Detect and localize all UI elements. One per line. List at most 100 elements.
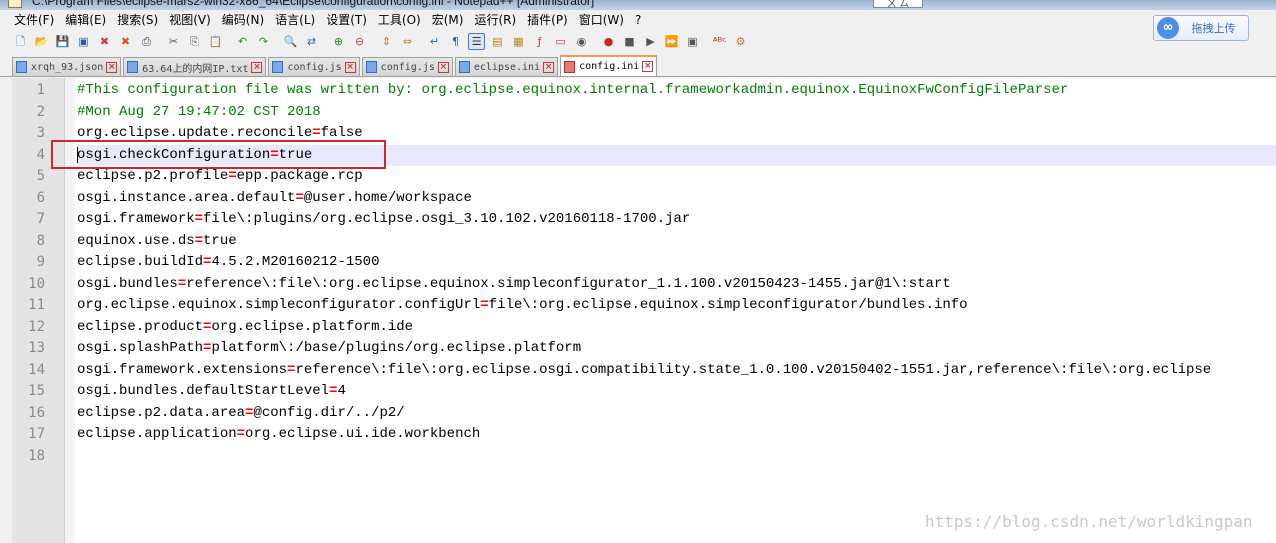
tab-close-icon[interactable]: × (437, 61, 449, 73)
function-list-icon[interactable]: ƒ (531, 33, 548, 50)
tab-label: xrqh_93.json (31, 61, 104, 73)
menu-item-12[interactable]: ? (631, 10, 645, 30)
save-icon[interactable]: 💾 (54, 33, 71, 50)
code-line[interactable]: eclipse.product=org.eclipse.platform.ide (77, 317, 1276, 339)
code-line-comment[interactable]: #Mon Aug 27 19:47:02 CST 2018 (77, 102, 1276, 124)
menu-item-11[interactable]: 窗口(W) (575, 10, 628, 30)
code-line[interactable]: eclipse.buildId=4.5.2.M20160212-1500 (77, 252, 1276, 274)
close-file-icon[interactable]: ✖ (96, 33, 113, 50)
menu-item-0[interactable]: 文件(F) (10, 10, 58, 30)
menu-item-1[interactable]: 编辑(E) (61, 10, 110, 30)
undo-icon[interactable]: ↶ (234, 33, 251, 50)
sync-vertical-icon[interactable]: ⇕ (378, 33, 395, 50)
user-lang-icon[interactable]: ▤ (489, 33, 506, 50)
doc-map-icon[interactable]: ▦ (510, 33, 527, 50)
paste-icon[interactable]: 📋 (207, 33, 224, 50)
code-line[interactable]: osgi.bundles=reference\:file\:org.eclips… (77, 274, 1276, 296)
record-macro-icon[interactable]: ● (600, 33, 617, 50)
upload-label: 拖拽上传 (1191, 22, 1236, 35)
play-multiple-icon[interactable]: ⏩ (663, 33, 680, 50)
tab-4[interactable]: eclipse.ini × (454, 57, 559, 76)
annotation-highlight-box (51, 140, 386, 169)
code-line[interactable]: osgi.bundles.defaultStartLevel=4 (77, 381, 1276, 403)
tab-2[interactable]: config.js × (268, 57, 360, 76)
tab-close-icon[interactable]: × (106, 61, 118, 73)
line-number: 2 (36, 103, 45, 120)
spell-check-icon[interactable]: ᴬᴮᶜ (711, 33, 728, 50)
tab-bar: xrqh_93.json × 63.64上的内网IP.txt × config.js × c… (0, 55, 1276, 77)
line-number: 4 (36, 146, 45, 163)
word-wrap-icon[interactable]: ↵ (426, 33, 443, 50)
tab-label: eclipse.ini (473, 61, 541, 73)
tab-close-icon[interactable]: × (642, 61, 654, 72)
input-method-indicator[interactable]: ㄨ ㄙ (873, 0, 923, 10)
stop-macro-icon[interactable]: ■ (621, 33, 638, 50)
property-key: osgi.bundles (77, 275, 178, 292)
indent-guide-icon[interactable]: ☰ (468, 32, 485, 50)
menu-item-10[interactable]: 插件(P) (523, 10, 572, 30)
print-icon[interactable]: ⎙ (138, 33, 155, 50)
property-key: org.eclipse.equinox.simpleconfigurator.c… (77, 297, 481, 313)
code-line[interactable]: org.eclipse.equinox.simpleconfigurator.c… (77, 295, 1276, 317)
open-file-icon[interactable]: 📂 (33, 33, 50, 50)
folder-workspace-icon[interactable]: ▭ (552, 33, 569, 50)
menu-item-3[interactable]: 视图(V) (165, 10, 215, 30)
code-line[interactable]: eclipse.application=org.eclipse.ui.ide.w… (77, 424, 1276, 446)
line-number: 18 (28, 447, 45, 464)
tab-close-icon[interactable]: × (344, 61, 356, 73)
zoom-out-icon[interactable]: ⊖ (351, 33, 368, 50)
play-macro-icon[interactable]: ▶ (642, 33, 659, 50)
tab-close-icon[interactable]: × (543, 61, 555, 73)
sync-horizontal-icon[interactable]: ⇔ (399, 33, 416, 50)
tab-label: config.js (287, 61, 342, 73)
plugin-icon[interactable]: ⚙ (732, 33, 749, 50)
code-line[interactable]: equinox.use.ds=true (77, 231, 1276, 253)
line-number: 16 (28, 404, 45, 421)
menu-item-5[interactable]: 语言(L) (271, 10, 319, 30)
menu-item-2[interactable]: 搜索(S) (113, 10, 162, 30)
replace-icon[interactable]: ⇄ (303, 33, 320, 50)
close-all-icon[interactable]: ✖ (117, 33, 134, 50)
code-line-comment[interactable]: #This configuration file was written by:… (77, 80, 1276, 102)
redo-icon[interactable]: ↷ (255, 33, 272, 50)
property-value: file\:plugins/org.eclipse.osgi_3.10.102.… (203, 211, 691, 227)
cut-icon[interactable]: ✂ (165, 33, 182, 50)
new-file-icon[interactable]: 🗋 (12, 33, 29, 50)
tab-5[interactable]: config.ini × (560, 55, 658, 76)
property-key: org.eclipse.update.reconcile (77, 125, 313, 141)
tab-close-icon[interactable]: × (251, 61, 263, 73)
menu-item-9[interactable]: 运行(R) (470, 10, 520, 30)
code-line[interactable]: osgi.framework=file\:plugins/org.eclipse… (77, 209, 1276, 231)
cloud-icon: ∞ (1157, 17, 1179, 39)
monitor-icon[interactable]: ◉ (573, 33, 590, 50)
show-all-chars-icon[interactable]: ¶ (447, 33, 464, 50)
code-line[interactable]: osgi.instance.area.default=@user.home/wo… (77, 188, 1276, 210)
line-number: 10 (28, 275, 45, 292)
code-line[interactable]: eclipse.p2.profile=epp.package.rcp (77, 166, 1276, 188)
line-number: 17 (28, 426, 45, 442)
menu-item-7[interactable]: 工具(O) (374, 10, 425, 30)
save-all-icon[interactable]: ▣ (75, 33, 92, 50)
saved-file-icon (16, 61, 27, 73)
property-value: reference\:file\:org.eclipse.equinox.sim… (186, 275, 951, 292)
baidu-upload-widget[interactable]: ∞ 拖拽上传 (1153, 15, 1249, 41)
line-number: 6 (36, 189, 45, 206)
save-macro-icon[interactable]: ▣ (684, 33, 701, 50)
title-bar: C:\Program Files\eclipse-mars2-win32-x86… (0, 0, 1276, 10)
tab-3[interactable]: config.js × (361, 57, 453, 76)
menu-item-4[interactable]: 编码(N) (218, 10, 268, 30)
copy-icon[interactable]: ⎘ (186, 33, 203, 50)
tab-1[interactable]: 63.64上的内网IP.txt × (123, 57, 267, 76)
menu-item-8[interactable]: 宏(M) (428, 10, 468, 30)
line-number: 9 (36, 254, 45, 270)
code-line[interactable]: eclipse.p2.data.area=@config.dir/../p2/ (77, 403, 1276, 425)
code-line[interactable]: osgi.framework.extensions=reference\:fil… (77, 360, 1276, 382)
tab-0[interactable]: xrqh_93.json × (12, 57, 122, 76)
code-line[interactable]: osgi.splashPath=platform\:/base/plugins/… (77, 338, 1276, 360)
find-icon[interactable]: 🔍 (282, 33, 299, 50)
property-key: osgi.framework.extensions (77, 361, 288, 378)
property-key: eclipse.product (77, 318, 204, 335)
equals-operator: = (194, 211, 204, 227)
zoom-in-icon[interactable]: ⊕ (330, 33, 347, 50)
menu-item-6[interactable]: 设置(T) (322, 10, 371, 30)
